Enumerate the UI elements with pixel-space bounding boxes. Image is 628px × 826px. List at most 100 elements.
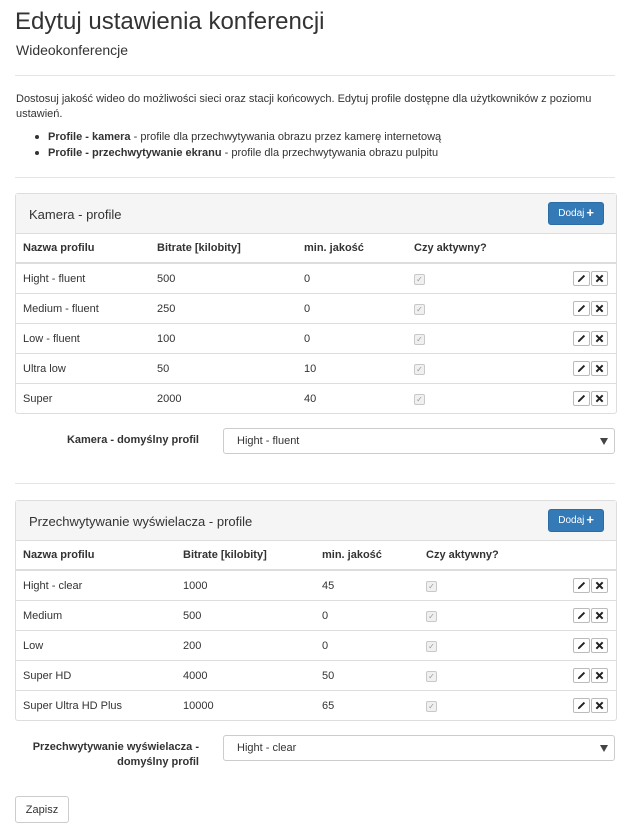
active-cell: ✓: [419, 660, 549, 691]
profile-quality: 0: [304, 272, 311, 285]
column-header-actions: [527, 234, 616, 264]
profile-bitrate: 50: [150, 353, 297, 384]
edit-button[interactable]: [573, 698, 590, 713]
close-icon: [595, 581, 604, 590]
close-icon: [595, 641, 604, 650]
delete-button[interactable]: [591, 608, 608, 623]
screen-profiles-panel: Przechwytywanie wyświelacza - profile Do…: [15, 500, 617, 721]
active-cell: ✓: [407, 263, 527, 294]
edit-button[interactable]: [573, 608, 590, 623]
delete-button[interactable]: [591, 391, 608, 406]
close-icon: [595, 334, 604, 343]
edit-button[interactable]: [573, 668, 590, 683]
profile-bitrate: 4000: [176, 660, 315, 691]
close-icon: [595, 671, 604, 680]
edit-button[interactable]: [573, 578, 590, 593]
table-header-row: Nazwa profilu Bitrate [kilobity] min. ja…: [16, 541, 616, 571]
profile-name: Medium - fluent: [16, 293, 150, 324]
table-row: Medium - fluent 250 0 ✓: [16, 293, 616, 324]
edit-button[interactable]: [573, 638, 590, 653]
active-checkbox[interactable]: ✓: [426, 610, 437, 622]
table-row: Super 2000 40 ✓: [16, 383, 616, 413]
close-icon: [595, 701, 604, 710]
panel-heading: Przechwytywanie wyświelacza - profile Do…: [16, 501, 616, 541]
active-checkbox[interactable]: ✓: [426, 700, 437, 712]
plus-icon: +: [586, 512, 594, 527]
active-checkbox[interactable]: ✓: [426, 580, 437, 592]
active-checkbox[interactable]: ✓: [414, 333, 425, 345]
bullet-icon: [35, 135, 39, 139]
edit-button[interactable]: [573, 391, 590, 406]
close-icon: [595, 611, 604, 620]
screen-table-body: Hight - clear 1000 45 ✓ Medium 500 0 ✓ Low 200 0 ✓ S…: [16, 570, 616, 720]
profile-name: Super HD: [16, 660, 176, 691]
delete-button[interactable]: [591, 301, 608, 316]
column-header-actions: [549, 541, 616, 571]
active-checkbox[interactable]: ✓: [426, 640, 437, 652]
screen-add-button[interactable]: Dodaj +: [548, 509, 604, 532]
divider: [15, 483, 615, 484]
plus-icon: +: [586, 205, 594, 220]
edit-button[interactable]: [573, 331, 590, 346]
profile-bitrate: 10000: [176, 690, 315, 720]
column-header: Bitrate [kilobity]: [150, 234, 297, 264]
delete-button[interactable]: [591, 638, 608, 653]
delete-button[interactable]: [591, 578, 608, 593]
table-row: Ultra low 50 10 ✓: [16, 353, 616, 384]
add-button-label: Dodaj: [558, 208, 585, 219]
pencil-icon: [577, 304, 586, 313]
pencil-icon: [577, 701, 586, 710]
delete-button[interactable]: [591, 698, 608, 713]
table-row: Hight - fluent 500 0 ✓: [16, 263, 616, 294]
active-checkbox[interactable]: ✓: [414, 363, 425, 375]
delete-button[interactable]: [591, 271, 608, 286]
column-header: min. jakość: [315, 541, 419, 571]
table-header-row: Nazwa profilu Bitrate [kilobity] min. ja…: [16, 234, 616, 264]
profile-bitrate: 1000: [183, 579, 208, 592]
delete-button[interactable]: [591, 361, 608, 376]
active-cell: ✓: [419, 570, 549, 601]
profile-name: Super: [16, 383, 150, 413]
bullet-bold: Profile - przechwytywanie ekranu: [48, 147, 222, 159]
panel-title: Kamera - profile: [29, 207, 122, 222]
row-actions: [527, 323, 616, 354]
active-checkbox[interactable]: ✓: [414, 303, 425, 315]
pencil-icon: [577, 671, 586, 680]
save-button[interactable]: Zapisz: [15, 796, 69, 823]
screen-profiles-table: Nazwa profilu Bitrate [kilobity] min. ja…: [16, 541, 616, 720]
active-checkbox[interactable]: ✓: [414, 273, 425, 285]
active-checkbox[interactable]: ✓: [426, 670, 437, 682]
edit-button[interactable]: [573, 361, 590, 376]
profile-quality: 50: [315, 660, 419, 691]
table-row: Low 200 0 ✓: [16, 630, 616, 661]
profile-quality: 10: [297, 353, 407, 384]
camera-default-label: Kamera - domyślny profil: [66, 434, 199, 446]
active-cell: ✓: [407, 293, 527, 324]
column-header: Nazwa profilu: [16, 541, 176, 571]
edit-button[interactable]: [573, 271, 590, 286]
row-actions: [527, 383, 616, 413]
table-row: Super Ultra HD Plus 10000 65 ✓: [16, 690, 616, 720]
profile-quality: 0: [297, 323, 407, 354]
profile-bullet-list: Profile - kamera - profile dla przechwyt…: [32, 129, 441, 161]
profile-name: Low - fluent: [16, 323, 150, 354]
delete-button[interactable]: [591, 331, 608, 346]
screen-default-select[interactable]: Hight - clear: [223, 735, 615, 761]
pencil-icon: [577, 394, 586, 403]
pencil-icon: [577, 334, 586, 343]
camera-add-button[interactable]: Dodaj +: [548, 202, 604, 225]
pencil-icon: [577, 611, 586, 620]
delete-button[interactable]: [591, 668, 608, 683]
profile-bitrate: 500: [176, 600, 315, 631]
active-checkbox[interactable]: ✓: [414, 393, 425, 405]
panel-heading: Kamera - profile Dodaj +: [16, 194, 616, 234]
edit-button[interactable]: [573, 301, 590, 316]
camera-default-select[interactable]: Hight - fluent: [223, 428, 615, 454]
divider: [15, 75, 615, 76]
row-actions: [549, 570, 616, 601]
camera-profiles-table: Nazwa profilu Bitrate [kilobity] min. ja…: [16, 234, 616, 413]
profile-name: Super Ultra HD Plus: [16, 690, 176, 720]
active-cell: ✓: [419, 600, 549, 631]
pencil-icon: [577, 364, 586, 373]
select-value: Hight - clear: [237, 742, 297, 754]
